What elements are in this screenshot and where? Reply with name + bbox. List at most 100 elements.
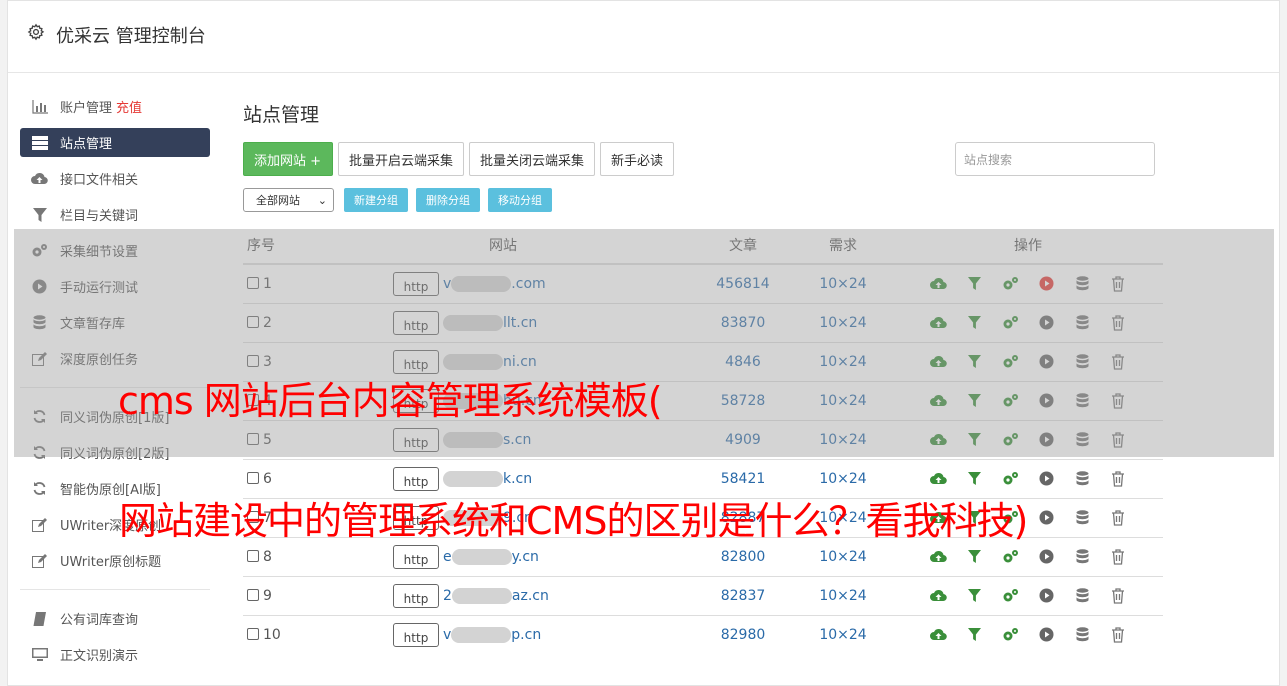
redacted-domain [451, 626, 512, 643]
add-site-button[interactable]: 添加网站 + [243, 142, 333, 176]
trash-icon[interactable] [1110, 509, 1127, 526]
sidebar-divider [20, 589, 210, 590]
gear-icon[interactable] [27, 23, 45, 41]
redacted-domain [451, 587, 512, 604]
cogs-icon[interactable] [1002, 587, 1019, 604]
row-checkbox[interactable] [247, 549, 259, 562]
cloud-upload-icon [31, 171, 48, 186]
sidebar-item-label: 账户管理 [60, 101, 113, 116]
book-icon [31, 611, 48, 626]
toolbar: 添加网站 + 批量开启云端采集 批量关闭云端采集 新手必读 [243, 142, 679, 176]
row-number: 9 [263, 587, 272, 604]
database-icon[interactable] [1074, 470, 1091, 487]
row-number: 10 [263, 626, 281, 643]
filter-icon[interactable] [966, 587, 983, 604]
row-checkbox[interactable] [247, 588, 259, 601]
row-number: 6 [263, 470, 272, 487]
delete-group-button[interactable]: 删除分组 [416, 188, 480, 212]
sidebar-item-text-recognition[interactable]: 正文识别演示 [20, 640, 210, 669]
main-content: 站点管理 添加网站 + 批量开启云端采集 批量关闭云端采集 新手必读 站点搜索 … [243, 100, 1168, 654]
sidebar-item-label: UWriter原创标题 [60, 555, 162, 570]
play-circle-icon[interactable] [1038, 626, 1055, 643]
bar-chart-icon [31, 99, 48, 114]
sidebar-item-uwriter-title[interactable]: UWriter原创标题 [20, 546, 210, 575]
move-group-button[interactable]: 移动分组 [488, 188, 552, 212]
row-checkbox[interactable] [247, 627, 259, 640]
cloud-upload-icon[interactable] [929, 587, 947, 604]
play-circle-icon[interactable] [1038, 548, 1055, 565]
database-icon[interactable] [1074, 548, 1091, 565]
edit-icon [31, 553, 48, 568]
http-scheme-badge[interactable]: http [393, 544, 439, 569]
cloud-upload-icon[interactable] [929, 626, 947, 643]
app-title: 优采云 管理控制台 [56, 26, 206, 47]
sidebar-item-label: 站点管理 [60, 137, 113, 152]
overlay-title-line1: cms 网站后台内容管理系统模板( [118, 379, 663, 423]
database-icon[interactable] [1074, 626, 1091, 643]
trash-icon[interactable] [1110, 587, 1127, 604]
cogs-icon[interactable] [1002, 548, 1019, 565]
batch-open-cloud-button[interactable]: 批量开启云端采集 [338, 142, 465, 176]
domain-link[interactable]: p.cn [511, 627, 541, 643]
edit-icon [31, 517, 48, 532]
domain-link[interactable]: y.cn [512, 549, 539, 565]
select-value: 全部网站 [256, 194, 300, 207]
page-title: 站点管理 [243, 104, 320, 126]
redacted-domain [443, 470, 503, 487]
beginner-guide-button[interactable]: 新手必读 [600, 142, 675, 176]
article-count[interactable]: 82980 [693, 614, 793, 654]
sidebar-item-sites[interactable]: 站点管理 [20, 128, 210, 157]
trash-icon[interactable] [1110, 548, 1127, 565]
domain-link[interactable]: k.cn [503, 471, 532, 487]
sidebar-item-label: 正文识别演示 [60, 649, 139, 664]
cogs-icon[interactable] [1002, 626, 1019, 643]
sidebar-item-label: 接口文件相关 [60, 173, 139, 188]
overlay-title-line2: 网站建设中的管理系统和CMS的区别是什么？看我科技) [119, 499, 1028, 543]
site-cell: http 2 az.cn [313, 575, 693, 615]
cloud-upload-icon[interactable] [929, 470, 947, 487]
table-row: 10 http v p.cn 82980 10×24 [243, 614, 1163, 654]
database-icon[interactable] [1074, 509, 1091, 526]
redacted-domain [451, 548, 512, 565]
batch-close-cloud-button[interactable]: 批量关闭云端采集 [469, 142, 596, 176]
sidebar-item-public-lexicon[interactable]: 公有词库查询 [20, 604, 210, 633]
demand-value[interactable]: 10×24 [793, 575, 893, 615]
site-group-select[interactable]: 全部网站 ⌄ [243, 188, 334, 212]
play-circle-icon[interactable] [1038, 587, 1055, 604]
article-count[interactable]: 82837 [693, 575, 793, 615]
play-circle-icon[interactable] [1038, 509, 1055, 526]
filter-icon[interactable] [966, 548, 983, 565]
cogs-icon[interactable] [1002, 470, 1019, 487]
site-search-input[interactable]: 站点搜索 [955, 142, 1155, 176]
trash-icon[interactable] [1110, 470, 1127, 487]
sidebar-item-columns-keywords[interactable]: 栏目与关键词 [20, 200, 210, 229]
trash-icon[interactable] [1110, 626, 1127, 643]
domain-prefix[interactable]: v [443, 627, 451, 643]
cloud-upload-icon[interactable] [929, 548, 947, 565]
new-group-button[interactable]: 新建分组 [344, 188, 408, 212]
http-scheme-badge[interactable]: http [393, 583, 439, 608]
chevron-down-icon: ⌄ [317, 193, 327, 207]
domain-prefix[interactable]: e [443, 549, 452, 565]
domain-link[interactable]: az.cn [512, 588, 549, 604]
filter-icon[interactable] [966, 626, 983, 643]
row-checkbox[interactable] [247, 471, 259, 484]
sidebar-item-account[interactable]: 账户管理 充值 [20, 92, 210, 121]
domain-prefix[interactable]: 2 [443, 588, 452, 604]
filter-row: 全部网站 ⌄ 新建分组 删除分组 移动分组 [243, 188, 560, 212]
demand-value[interactable]: 10×24 [793, 614, 893, 654]
table-row: 9 http 2 az.cn 82837 10×24 [243, 575, 1163, 615]
play-circle-icon[interactable] [1038, 470, 1055, 487]
recharge-link[interactable]: 充值 [116, 97, 142, 116]
server-icon [31, 135, 48, 150]
filter-icon [31, 207, 48, 222]
http-scheme-badge[interactable]: http [393, 466, 439, 491]
row-number: 8 [263, 548, 272, 565]
row-number-cell: 9 [243, 575, 313, 615]
database-icon[interactable] [1074, 587, 1091, 604]
filter-icon[interactable] [966, 470, 983, 487]
actions-cell [893, 614, 1163, 654]
http-scheme-badge[interactable]: http [393, 622, 439, 647]
sidebar-item-label: 公有词库查询 [60, 613, 139, 628]
sidebar-item-interface-files[interactable]: 接口文件相关 [20, 164, 210, 193]
